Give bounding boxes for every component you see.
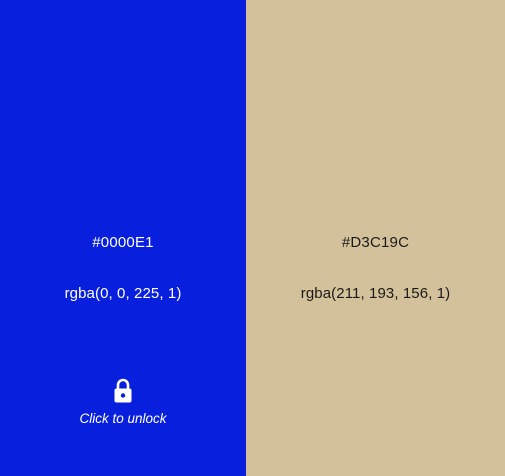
color-swatch-blue[interactable]: #0000E1 rgba(0, 0, 225, 1) Click to unlo… — [0, 0, 246, 476]
rgba-code[interactable]: rgba(0, 0, 225, 1) — [0, 284, 246, 304]
hex-code[interactable]: #0000E1 — [0, 233, 246, 253]
rgba-code[interactable]: rgba(211, 193, 156, 1) — [246, 284, 505, 304]
color-palette: #0000E1 rgba(0, 0, 225, 1) Click to unlo… — [0, 0, 505, 476]
hex-code[interactable]: #D3C19C — [246, 233, 505, 253]
unlock-label[interactable]: Click to unlock — [79, 410, 166, 428]
color-swatch-tan[interactable]: #D3C19C rgba(211, 193, 156, 1) — [246, 0, 505, 476]
lock-icon[interactable] — [113, 378, 133, 404]
lock-toggle[interactable]: Click to unlock — [0, 378, 246, 428]
